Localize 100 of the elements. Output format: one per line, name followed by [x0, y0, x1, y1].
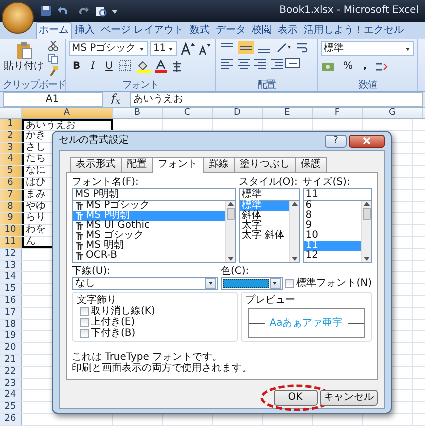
list-item[interactable]: MS Pゴシック	[73, 201, 226, 211]
row-header[interactable]: 20	[0, 343, 22, 354]
row-header[interactable]: 18	[0, 320, 22, 330]
scroll-thumb[interactable]	[362, 208, 370, 220]
color-dropdown[interactable]	[220, 276, 283, 290]
underline-button[interactable]: U	[102, 58, 117, 74]
list-box[interactable]: 6 8 9 10 11 12	[302, 201, 372, 263]
row-header[interactable]: 25	[0, 402, 22, 413]
checkbox[interactable]	[80, 307, 88, 316]
function-button[interactable]: f$_{x}$	[105, 93, 127, 106]
list-item[interactable]: 斜体	[240, 211, 290, 221]
table-cell[interactable]: ん	[26, 236, 36, 247]
scrollbar[interactable]	[361, 201, 371, 262]
scissors-icon[interactable]	[48, 41, 58, 51]
bold-button[interactable]: B	[69, 58, 85, 74]
ok-button[interactable]: OK	[274, 390, 318, 406]
row-header[interactable]: 16	[0, 296, 22, 307]
italic-button[interactable]: I	[87, 58, 100, 74]
row-header[interactable]: 17	[0, 308, 22, 319]
phonetic-icon[interactable]	[170, 60, 183, 72]
ribbon-tab[interactable]: 校閲	[249, 22, 276, 39]
row-header[interactable]: 3	[0, 142, 22, 154]
dialog-tab[interactable]: 罫線	[203, 157, 235, 172]
fill-color-icon[interactable]	[136, 60, 152, 72]
font-name-field[interactable]: MS Pゴシック	[69, 41, 148, 56]
row-header[interactable]: 14	[0, 272, 22, 284]
column-header[interactable]: D	[213, 108, 263, 118]
merge-cells-icon[interactable]	[285, 56, 301, 70]
brush-icon[interactable]	[48, 66, 58, 76]
dialog-tab[interactable]: 表示形式	[70, 157, 122, 172]
print-preview-icon[interactable]	[95, 5, 107, 17]
row-header[interactable]: 15	[0, 284, 22, 295]
table-cell[interactable]: かき	[26, 130, 46, 141]
row-header[interactable]: 11	[0, 236, 22, 248]
scroll-down-icon[interactable]	[292, 257, 298, 261]
grow-font-icon[interactable]	[180, 42, 196, 56]
cancel-button[interactable]: キャンセル	[320, 390, 378, 406]
list-item[interactable]: OCR-B	[73, 251, 226, 261]
dialog-tab[interactable]: 配置	[121, 157, 153, 172]
scroll-down-icon[interactable]	[228, 257, 234, 261]
dialog-tab[interactable]: 塗りつぶし	[234, 157, 296, 172]
row-header[interactable]: 4	[0, 154, 22, 166]
row-header[interactable]: 24	[0, 390, 22, 402]
shrink-font-icon[interactable]	[198, 42, 212, 56]
scroll-up-icon[interactable]	[292, 202, 298, 206]
ribbon-tab[interactable]: 表示	[275, 22, 302, 39]
column-header[interactable]: F	[313, 108, 363, 118]
list-item[interactable]: 10	[304, 231, 361, 241]
column-header[interactable]: C	[163, 108, 213, 118]
font-size-field[interactable]: 11	[150, 41, 177, 56]
border-icon[interactable]	[119, 60, 134, 72]
row-header[interactable]: 26	[0, 414, 22, 425]
scroll-down-icon[interactable]	[364, 257, 370, 261]
font-field[interactable]: MS P明朝	[72, 188, 236, 201]
list-item[interactable]: MS ゴシック	[73, 231, 226, 241]
ribbon-tab[interactable]: 活用しよう！エクセル	[301, 22, 408, 39]
table-cell[interactable]: なに	[26, 165, 46, 176]
scroll-thumb[interactable]	[226, 208, 235, 220]
align-center-icon[interactable]	[236, 56, 250, 70]
row-header[interactable]: 5	[0, 166, 22, 177]
table-cell[interactable]: わを	[26, 224, 46, 236]
list-item[interactable]: MS 明朝	[73, 241, 226, 251]
scroll-up-icon[interactable]	[364, 202, 370, 206]
list-box[interactable]: 標準 斜体 太字 太字 斜体	[238, 201, 300, 263]
row-header[interactable]: 13	[0, 260, 22, 272]
table-cell[interactable]: はひ	[26, 176, 46, 188]
ribbon-tab[interactable]: 数式	[187, 22, 214, 39]
percent-button[interactable]: %	[340, 58, 358, 74]
name-box[interactable]: A1	[2, 92, 102, 107]
list-item[interactable]: 太字 斜体	[240, 231, 290, 241]
paste-button[interactable]: 貼り付け	[3, 41, 45, 74]
row-header[interactable]: 12	[0, 248, 22, 260]
checkbox[interactable]	[80, 318, 88, 327]
row-header[interactable]: 21	[0, 354, 22, 366]
row-header[interactable]: 2	[0, 130, 22, 142]
ribbon-tab[interactable]: ホーム	[36, 22, 72, 39]
ribbon-tab[interactable]: データ	[213, 22, 250, 39]
row-header[interactable]: 7	[0, 190, 22, 201]
row-header[interactable]: 22	[0, 366, 22, 378]
font-color-icon[interactable]	[154, 60, 168, 72]
comma-button[interactable]: ,	[360, 58, 372, 74]
row-header[interactable]: 6	[0, 178, 22, 189]
font-field[interactable]: 標準	[238, 188, 300, 201]
row-header[interactable]: 10	[0, 225, 22, 236]
number-format-field[interactable]: 標準	[321, 41, 414, 56]
list-item[interactable]: 6	[304, 201, 361, 211]
scrollbar[interactable]	[289, 201, 300, 262]
list-item[interactable]: 12	[304, 251, 361, 261]
table-cell[interactable]: たち	[26, 153, 46, 164]
formula-field[interactable]: あいうえお	[130, 92, 422, 107]
font-field[interactable]: 11	[302, 188, 372, 201]
dialog-tab[interactable]: 保護	[295, 157, 327, 172]
orientation-icon[interactable]	[274, 41, 292, 54]
row-header[interactable]: 1	[0, 119, 22, 130]
align-right-icon[interactable]	[252, 56, 266, 70]
dialog-tab[interactable]: フォント	[152, 157, 204, 173]
align-middle-icon[interactable]	[238, 41, 254, 54]
row-header[interactable]: 8	[0, 202, 22, 212]
scrollbar[interactable]	[225, 201, 236, 262]
copy-icon[interactable]	[48, 54, 58, 64]
